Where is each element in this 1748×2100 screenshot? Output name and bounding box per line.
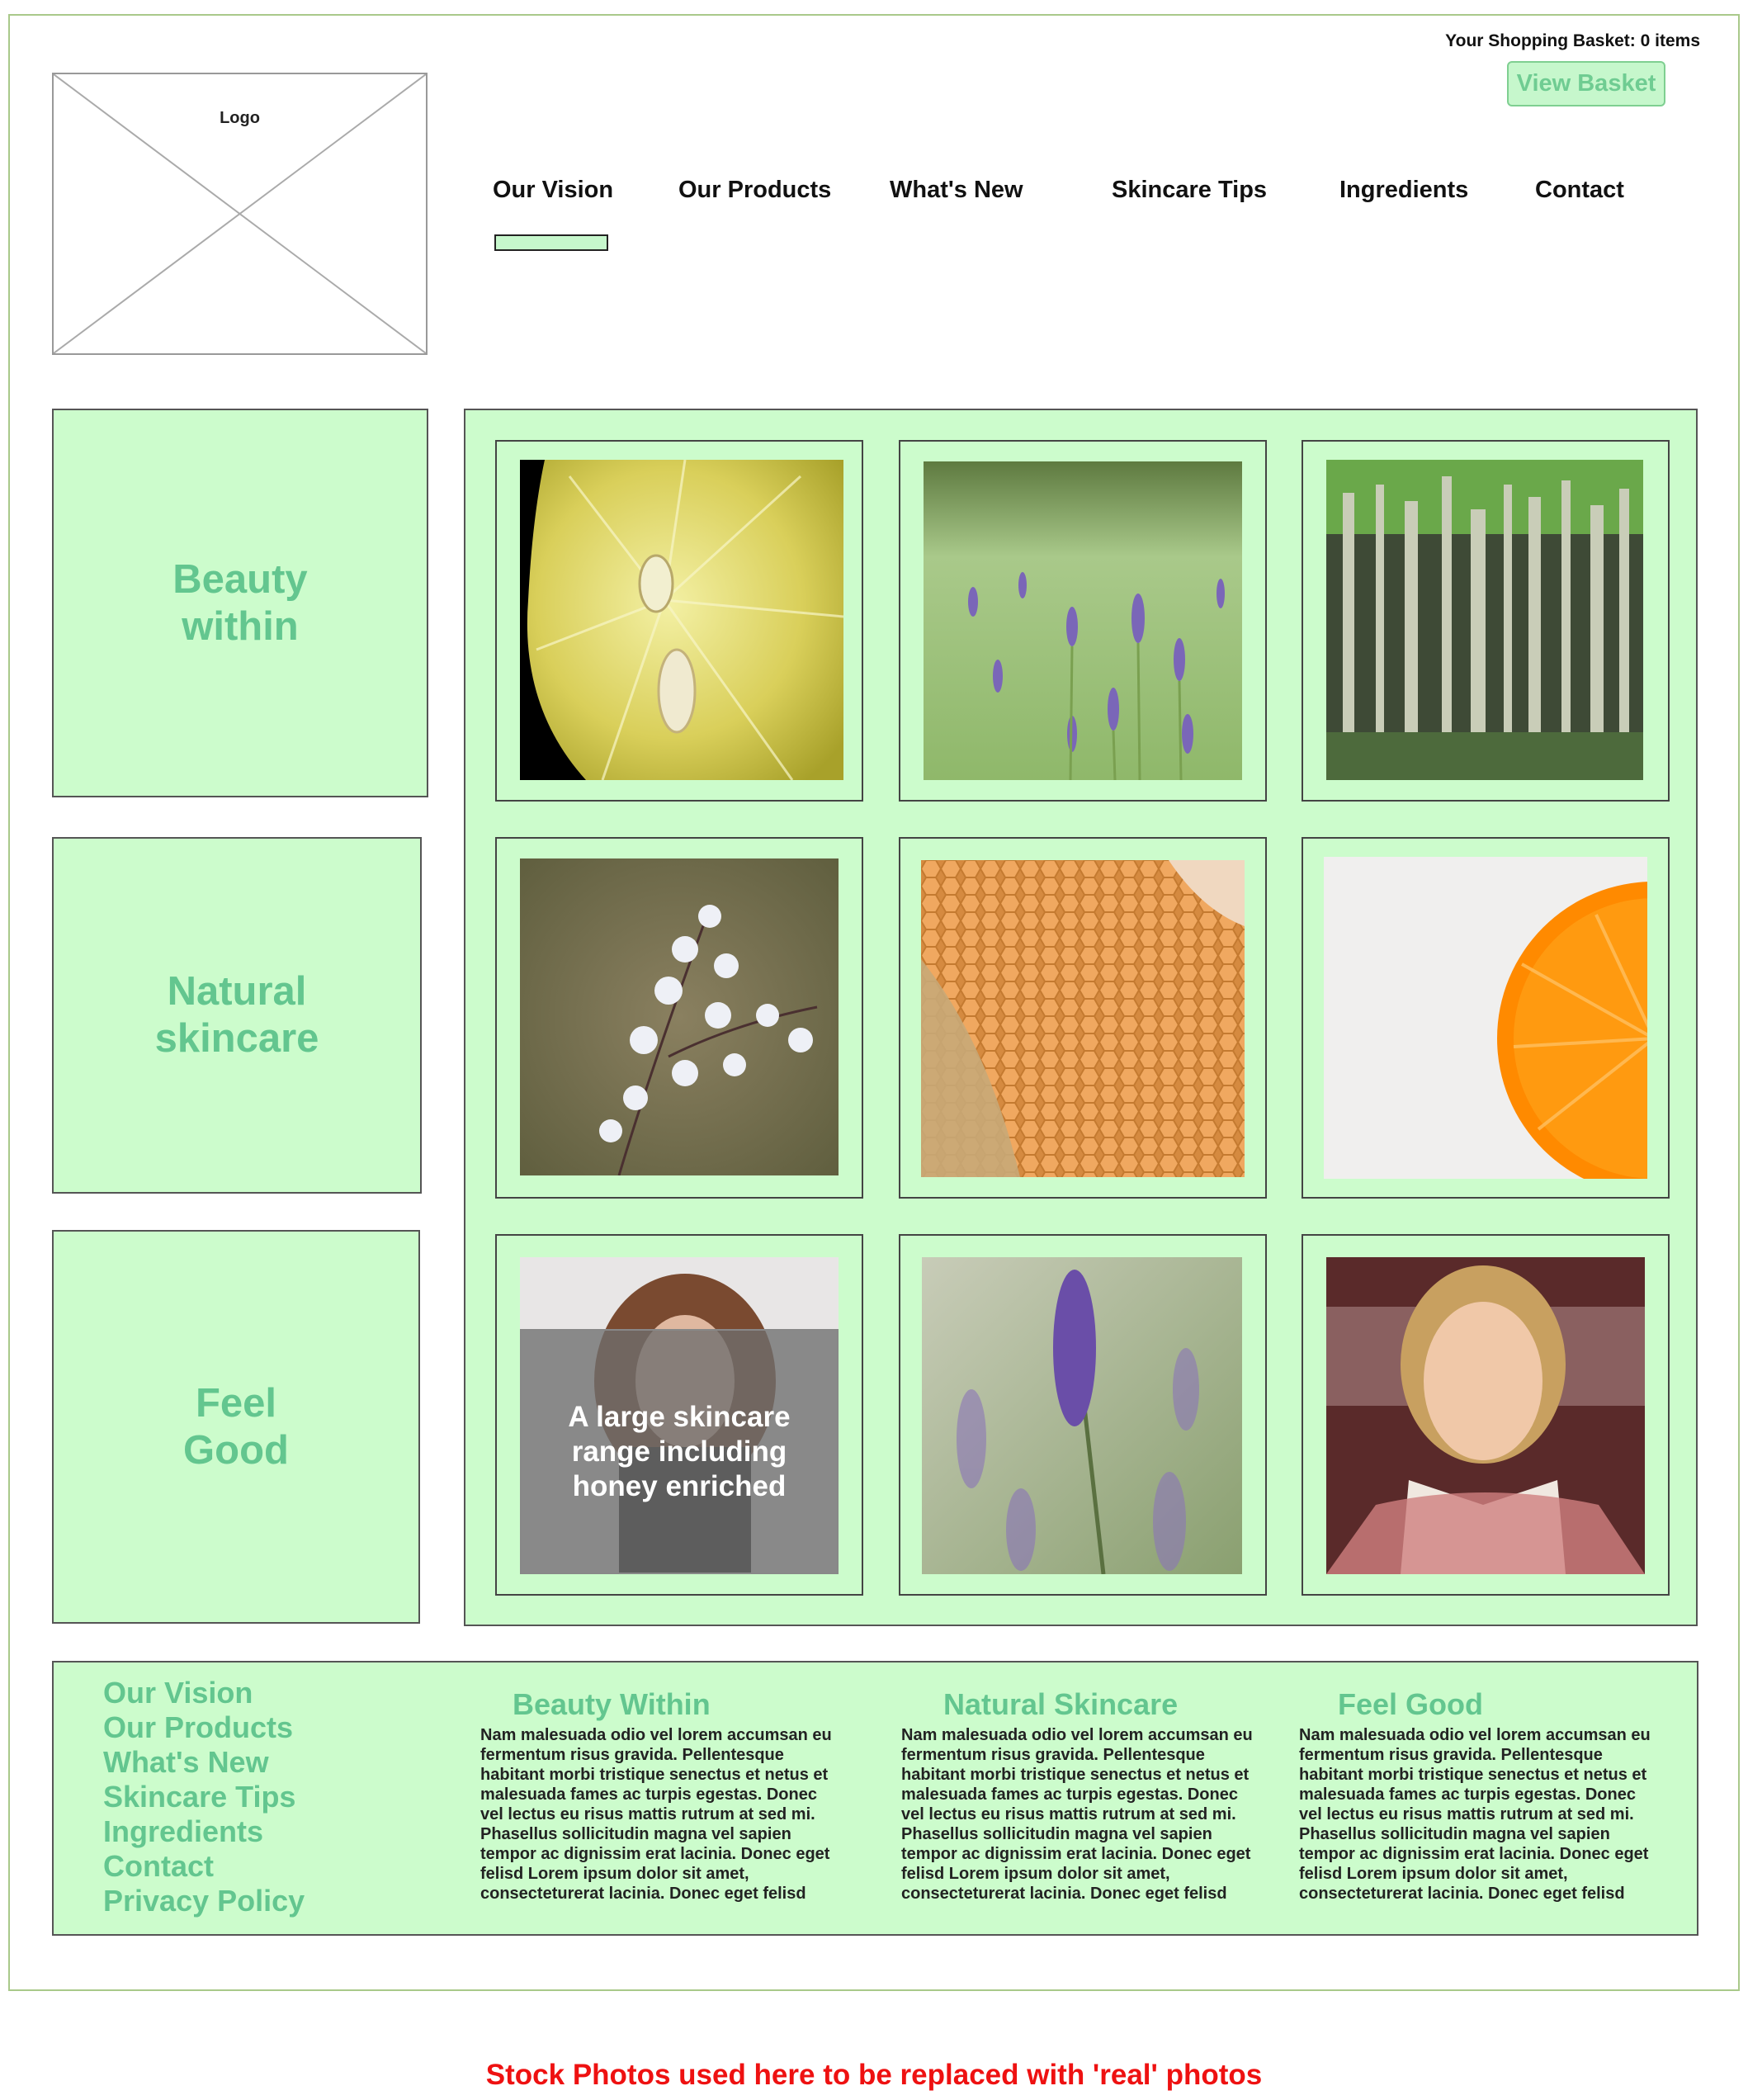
photo-gallery: A large skincare range including honey e… [464, 409, 1698, 1626]
sidebar-box-natural-skincare[interactable]: Natural skincare [52, 837, 422, 1194]
gallery-card-blossoms[interactable] [495, 837, 863, 1199]
gallery-card-woman-smiling[interactable] [1302, 1234, 1670, 1596]
gallery-card-honeycomb[interactable] [899, 837, 1267, 1199]
logo-label: Logo [220, 109, 260, 127]
gallery-card-lavender-closeup[interactable] [899, 1234, 1267, 1596]
gallery-card-lemon[interactable] [495, 440, 863, 802]
sidebar-box-label: Feel Good [183, 1380, 289, 1473]
footer-link-whats-new[interactable]: What's New [103, 1745, 269, 1780]
bamboo-forest-photo [1326, 460, 1643, 780]
footer-heading-natural-skincare: Natural Skincare [943, 1687, 1179, 1721]
footer: Our Vision Our Products What's New Skinc… [52, 1661, 1698, 1936]
footer-link-our-vision[interactable]: Our Vision [103, 1676, 253, 1710]
lavender-closeup-photo [922, 1257, 1242, 1574]
nav-our-vision[interactable]: Our Vision [493, 177, 613, 204]
gallery-card-woman-portrait[interactable]: A large skincare range including honey e… [495, 1234, 863, 1596]
sidebar-box-beauty-within[interactable]: Beauty within [52, 409, 428, 797]
nav-whats-new[interactable]: What's New [890, 177, 1023, 204]
sidebar-box-label: Beauty within [172, 556, 308, 649]
nav-our-products[interactable]: Our Products [678, 177, 831, 204]
nav-ingredients[interactable]: Ingredients [1339, 177, 1468, 204]
footer-text-feel-good: Nam malesuada odio vel lorem accumsan eu… [1299, 1726, 1651, 1903]
nav-active-indicator [494, 234, 608, 251]
footer-link-contact[interactable]: Contact [103, 1849, 214, 1884]
sidebar-box-feel-good[interactable]: Feel Good [52, 1230, 420, 1624]
woman-portrait-photo: A large skincare range including honey e… [520, 1257, 839, 1574]
gallery-caption-overlay: A large skincare range including honey e… [520, 1329, 839, 1574]
woman-smiling-photo [1326, 1257, 1645, 1574]
basket-status: Your Shopping Basket: 0 items [1445, 31, 1700, 50]
footer-text-natural-skincare: Nam malesuada odio vel lorem accumsan eu… [901, 1726, 1253, 1903]
nav-skincare-tips[interactable]: Skincare Tips [1112, 177, 1267, 204]
gallery-card-orange[interactable] [1302, 837, 1670, 1199]
footer-link-our-products[interactable]: Our Products [103, 1710, 293, 1745]
view-basket-button[interactable]: View Basket [1507, 61, 1665, 106]
footer-heading-beauty-within: Beauty Within [513, 1687, 711, 1721]
orange-slice-photo [1324, 857, 1647, 1179]
nav-contact[interactable]: Contact [1535, 177, 1624, 204]
sidebar-box-label: Natural skincare [154, 969, 319, 1061]
logo-placeholder[interactable]: Logo [52, 73, 428, 355]
honeycomb-photo [921, 860, 1245, 1177]
stock-photo-disclaimer: Stock Photos used here to be replaced wi… [485, 2059, 1263, 2091]
footer-link-privacy-policy[interactable]: Privacy Policy [103, 1884, 305, 1918]
lavender-field-photo [924, 461, 1242, 780]
footer-link-ingredients[interactable]: Ingredients [103, 1814, 263, 1849]
white-blossoms-photo [520, 858, 839, 1175]
gallery-card-lavender-field[interactable] [899, 440, 1267, 802]
footer-heading-feel-good: Feel Good [1338, 1687, 1484, 1721]
footer-link-skincare-tips[interactable]: Skincare Tips [103, 1780, 295, 1814]
footer-text-beauty-within: Nam malesuada odio vel lorem accumsan eu… [480, 1726, 832, 1903]
lemon-slice-photo [520, 460, 843, 780]
gallery-card-bamboo[interactable] [1302, 440, 1670, 802]
